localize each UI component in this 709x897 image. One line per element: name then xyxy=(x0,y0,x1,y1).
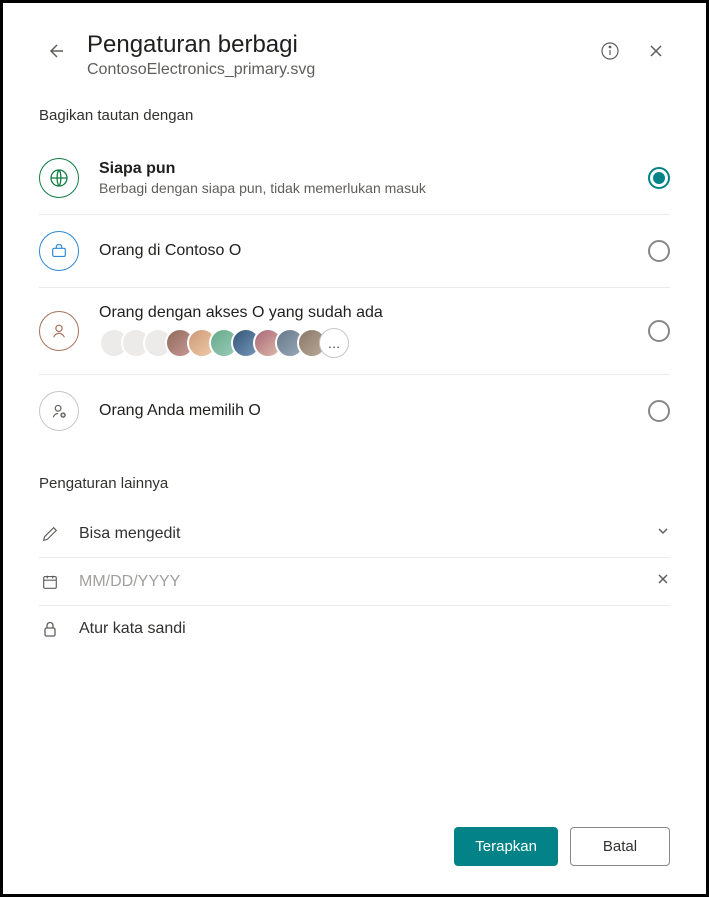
file-name: ContosoElectronics_primary.svg xyxy=(87,61,580,79)
chevron-down-icon xyxy=(656,524,670,543)
back-button[interactable] xyxy=(39,35,71,67)
more-settings: Pengaturan lainnya Bisa mengedit MM/DD/Y… xyxy=(39,475,670,652)
info-icon xyxy=(600,41,620,61)
permission-row[interactable]: Bisa mengedit xyxy=(39,510,670,558)
option-title: Siapa pun xyxy=(99,160,628,178)
info-button[interactable] xyxy=(596,37,624,65)
option-title: Orang di Contoso O xyxy=(99,242,628,260)
pencil-icon xyxy=(39,525,61,543)
radio-specific[interactable] xyxy=(648,400,670,422)
option-specific[interactable]: Orang Anda memilih O xyxy=(39,375,670,447)
permission-text: Bisa mengedit xyxy=(79,525,638,543)
option-body: Orang dengan akses O yang sudah ada … xyxy=(99,304,628,358)
person-add-icon xyxy=(39,391,79,431)
option-title: Orang Anda memilih O xyxy=(99,402,628,420)
briefcase-icon xyxy=(39,231,79,271)
globe-icon xyxy=(39,158,79,198)
option-anyone[interactable]: Siapa pun Berbagi dengan siapa pun, tida… xyxy=(39,142,670,215)
expiry-placeholder: MM/DD/YYYY xyxy=(79,573,638,591)
avatar-overflow[interactable]: … xyxy=(319,328,349,358)
person-icon xyxy=(39,311,79,351)
radio-existing[interactable] xyxy=(648,320,670,342)
option-body: Siapa pun Berbagi dengan siapa pun, tida… xyxy=(99,160,628,196)
share-settings-dialog: Pengaturan berbagi ContosoElectronics_pr… xyxy=(0,0,709,897)
option-existing-access[interactable]: Orang dengan akses O yang sudah ada … xyxy=(39,288,670,375)
dialog-title: Pengaturan berbagi xyxy=(87,31,580,59)
cancel-button[interactable]: Batal xyxy=(570,827,670,866)
calendar-icon xyxy=(39,573,61,591)
clear-date-button[interactable] xyxy=(656,572,670,591)
close-button[interactable] xyxy=(642,37,670,65)
more-settings-label: Pengaturan lainnya xyxy=(39,475,670,492)
option-body: Orang Anda memilih O xyxy=(99,402,628,420)
password-placeholder: Atur kata sandi xyxy=(79,620,670,638)
title-block: Pengaturan berbagi ContosoElectronics_pr… xyxy=(87,31,580,79)
radio-org[interactable] xyxy=(648,240,670,262)
existing-access-avatars: … xyxy=(99,328,628,358)
arrow-left-icon xyxy=(45,41,65,61)
option-title: Orang dengan akses O yang sudah ada xyxy=(99,304,628,322)
option-body: Orang di Contoso O xyxy=(99,242,628,260)
lock-icon xyxy=(39,620,61,638)
radio-anyone[interactable] xyxy=(648,167,670,189)
option-desc: Berbagi dengan siapa pun, tidak memerluk… xyxy=(99,180,628,196)
expiry-row[interactable]: MM/DD/YYYY xyxy=(39,558,670,606)
share-with-label: Bagikan tautan dengan xyxy=(39,107,670,124)
apply-button[interactable]: Terapkan xyxy=(454,827,558,866)
password-row[interactable]: Atur kata sandi xyxy=(39,606,670,652)
dialog-footer: Terapkan Batal xyxy=(39,807,670,866)
dialog-header: Pengaturan berbagi ContosoElectronics_pr… xyxy=(39,31,670,79)
close-icon xyxy=(656,572,670,586)
close-icon xyxy=(648,43,664,59)
header-actions xyxy=(596,37,670,65)
option-org[interactable]: Orang di Contoso O xyxy=(39,215,670,288)
